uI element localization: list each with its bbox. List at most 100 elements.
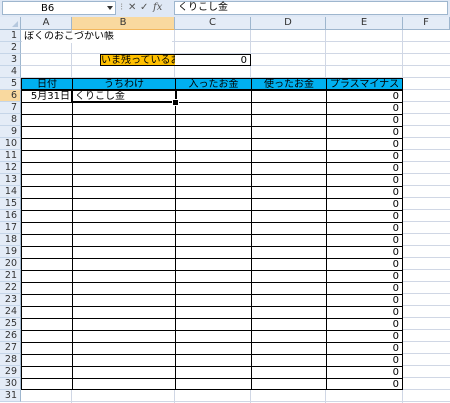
cell-balance[interactable]: 0	[326, 90, 403, 102]
row-header-17[interactable]: 17	[0, 222, 21, 234]
enter-icon[interactable]: ✓	[140, 1, 148, 15]
row-header-29[interactable]: 29	[0, 366, 21, 378]
table-cell[interactable]	[175, 150, 252, 162]
cell-balance[interactable]: 0	[326, 234, 403, 246]
cell-balance[interactable]: 0	[326, 258, 403, 270]
cell-date[interactable]: 5月31日	[21, 90, 73, 102]
table-cell[interactable]	[251, 138, 327, 150]
cell-balance[interactable]: 0	[326, 306, 403, 318]
table-cell[interactable]	[251, 318, 327, 330]
table-cell[interactable]	[251, 186, 327, 198]
row-header-6[interactable]: 6	[0, 90, 21, 102]
table-cell[interactable]	[251, 90, 327, 102]
table-cell[interactable]	[72, 174, 176, 186]
table-cell[interactable]	[175, 366, 252, 378]
table-cell[interactable]	[175, 90, 252, 102]
table-cell[interactable]	[72, 114, 176, 126]
row-header-20[interactable]: 20	[0, 258, 21, 270]
table-cell[interactable]	[21, 210, 73, 222]
column-header-b[interactable]: B	[72, 17, 175, 30]
table-cell[interactable]	[21, 330, 73, 342]
cancel-icon[interactable]: ✕	[128, 1, 136, 15]
table-cell[interactable]	[21, 222, 73, 234]
row-header-22[interactable]: 22	[0, 282, 21, 294]
table-cell[interactable]	[72, 126, 176, 138]
cell-balance[interactable]: 0	[326, 174, 403, 186]
table-cell[interactable]	[175, 162, 252, 174]
row-header-2[interactable]: 2	[0, 42, 21, 54]
table-cell[interactable]	[251, 150, 327, 162]
table-cell[interactable]	[21, 174, 73, 186]
cell-balance[interactable]: 0	[326, 366, 403, 378]
row-header-9[interactable]: 9	[0, 126, 21, 138]
table-cell[interactable]	[21, 306, 73, 318]
table-cell[interactable]	[251, 258, 327, 270]
table-cell[interactable]	[72, 354, 176, 366]
cell-balance[interactable]: 0	[326, 150, 403, 162]
column-header-a[interactable]: A	[21, 17, 72, 30]
remaining-label[interactable]: いま残っているお金	[100, 54, 176, 66]
row-header-16[interactable]: 16	[0, 210, 21, 222]
row-header-11[interactable]: 11	[0, 150, 21, 162]
table-cell[interactable]	[251, 198, 327, 210]
row-header-3[interactable]: 3	[0, 54, 21, 66]
table-cell[interactable]	[251, 126, 327, 138]
table-cell[interactable]	[251, 222, 327, 234]
table-cell[interactable]	[175, 354, 252, 366]
table-cell[interactable]	[175, 318, 252, 330]
table-cell[interactable]	[72, 186, 176, 198]
cell-balance[interactable]: 0	[326, 126, 403, 138]
table-cell[interactable]	[21, 378, 73, 390]
table-cell[interactable]	[21, 354, 73, 366]
function-icon[interactable]: fx	[153, 1, 162, 15]
fill-handle[interactable]	[172, 99, 179, 106]
table-cell[interactable]	[21, 150, 73, 162]
table-cell[interactable]	[251, 234, 327, 246]
cell-balance[interactable]: 0	[326, 198, 403, 210]
table-cell[interactable]	[21, 294, 73, 306]
table-cell[interactable]	[175, 222, 252, 234]
column-header-f[interactable]: F	[403, 17, 450, 30]
table-cell[interactable]	[175, 174, 252, 186]
table-cell[interactable]	[175, 246, 252, 258]
row-header-23[interactable]: 23	[0, 294, 21, 306]
table-cell[interactable]	[251, 210, 327, 222]
table-cell[interactable]	[175, 210, 252, 222]
row-header-28[interactable]: 28	[0, 354, 21, 366]
table-cell[interactable]	[72, 378, 176, 390]
table-cell[interactable]	[175, 294, 252, 306]
cell-balance[interactable]: 0	[326, 246, 403, 258]
table-cell[interactable]	[72, 138, 176, 150]
table-cell[interactable]	[72, 282, 176, 294]
table-cell[interactable]	[175, 102, 252, 114]
cell-balance[interactable]: 0	[326, 186, 403, 198]
table-cell[interactable]	[72, 234, 176, 246]
table-cell[interactable]	[251, 270, 327, 282]
table-cell[interactable]	[72, 150, 176, 162]
table-cell[interactable]	[175, 330, 252, 342]
table-cell[interactable]	[251, 174, 327, 186]
table-cell[interactable]	[175, 270, 252, 282]
table-cell[interactable]	[72, 342, 176, 354]
cell-balance[interactable]: 0	[326, 294, 403, 306]
formula-input[interactable]: くりこし金	[174, 1, 448, 15]
chevron-down-icon[interactable]	[107, 6, 113, 10]
row-header-14[interactable]: 14	[0, 186, 21, 198]
table-cell[interactable]	[21, 342, 73, 354]
cell-balance[interactable]: 0	[326, 318, 403, 330]
row-header-8[interactable]: 8	[0, 114, 21, 126]
cell-balance[interactable]: 0	[326, 378, 403, 390]
table-cell[interactable]	[175, 258, 252, 270]
table-cell[interactable]	[251, 354, 327, 366]
table-cell[interactable]	[21, 246, 73, 258]
table-cell[interactable]	[251, 366, 327, 378]
table-cell[interactable]	[72, 162, 176, 174]
table-cell[interactable]	[175, 126, 252, 138]
table-cell[interactable]	[175, 282, 252, 294]
table-cell[interactable]	[72, 210, 176, 222]
table-cell[interactable]	[21, 198, 73, 210]
table-cell[interactable]	[175, 234, 252, 246]
row-header-24[interactable]: 24	[0, 306, 21, 318]
cell-balance[interactable]: 0	[326, 138, 403, 150]
row-header-5[interactable]: 5	[0, 78, 21, 90]
